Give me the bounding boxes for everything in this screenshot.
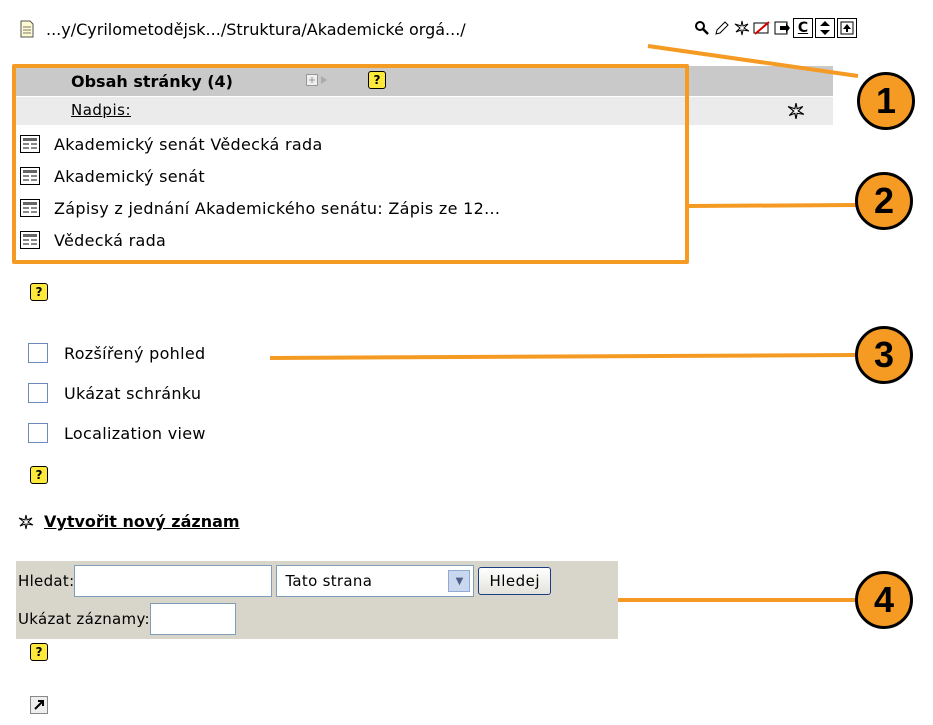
callout-badge: 2 <box>855 172 913 230</box>
callout-lines <box>269 44 859 602</box>
callout-badge: 3 <box>855 326 913 384</box>
callout-badge: 4 <box>855 571 913 629</box>
callout-badge: 1 <box>857 72 915 130</box>
